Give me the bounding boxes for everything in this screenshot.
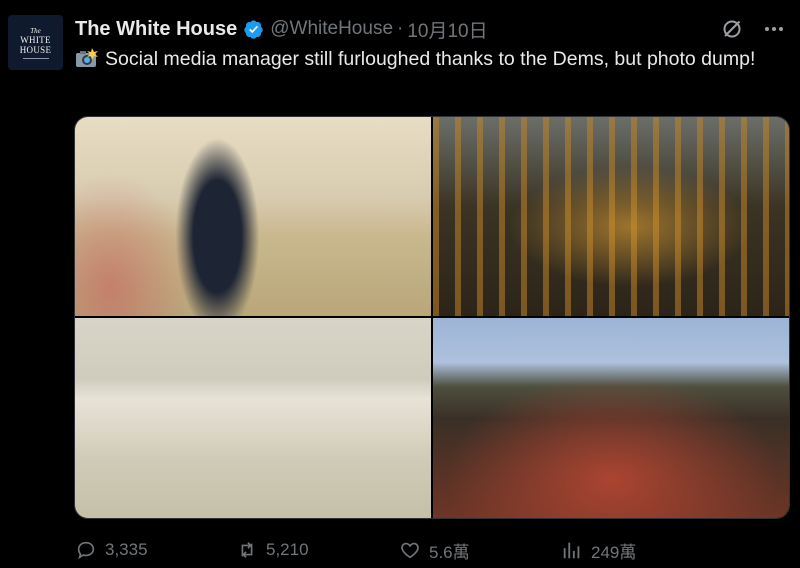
avatar-logo-the: The (30, 26, 41, 35)
tweet-text: Social media manager still furloughed th… (75, 45, 775, 73)
camera-flash-icon (76, 48, 98, 67)
like-count: 5.6萬 (429, 542, 470, 562)
repost-icon (241, 542, 253, 558)
grok-icon[interactable] (720, 17, 744, 41)
more-options-icon[interactable] (762, 17, 786, 41)
avatar-rule (22, 57, 49, 59)
avatar-logo-house: HOUSE (19, 44, 52, 55)
tweet-body: Social media manager still furloughed th… (105, 48, 756, 70)
reply-button[interactable]: 3,335 (75, 536, 148, 564)
photo-white-house-lawn[interactable] (433, 318, 789, 518)
views-chart-icon (563, 542, 580, 559)
reply-icon (77, 541, 95, 560)
avatar-logo-white: WHITE (20, 34, 51, 45)
header-actions (720, 15, 786, 43)
action-bar: 3,335 5,210 5.6萬 249萬 (75, 536, 800, 564)
heart-icon (401, 542, 419, 559)
avatar[interactable]: The WHITE HOUSE (8, 15, 63, 70)
photo-state-dining-room[interactable] (75, 117, 431, 316)
verified-badge-icon[interactable] (243, 19, 264, 40)
handle[interactable]: @WhiteHouse (270, 18, 393, 40)
repost-button[interactable]: 5,210 (236, 536, 309, 564)
views-button[interactable]: 249萬 (561, 536, 636, 564)
separator-dot: · (397, 18, 404, 39)
view-count: 249萬 (591, 542, 637, 562)
display-name[interactable]: The White House (75, 18, 237, 41)
repost-count: 5,210 (266, 540, 309, 559)
tweet-header: The White House @WhiteHouse · 10月10日 (75, 15, 488, 43)
photo-cabinet-meeting[interactable] (75, 318, 431, 518)
post-date[interactable]: 10月10日 (407, 16, 487, 43)
like-button[interactable]: 5.6萬 (399, 536, 470, 564)
reply-count: 3,335 (105, 540, 148, 559)
media-grid (74, 116, 790, 519)
photo-chandelier[interactable] (433, 117, 789, 316)
